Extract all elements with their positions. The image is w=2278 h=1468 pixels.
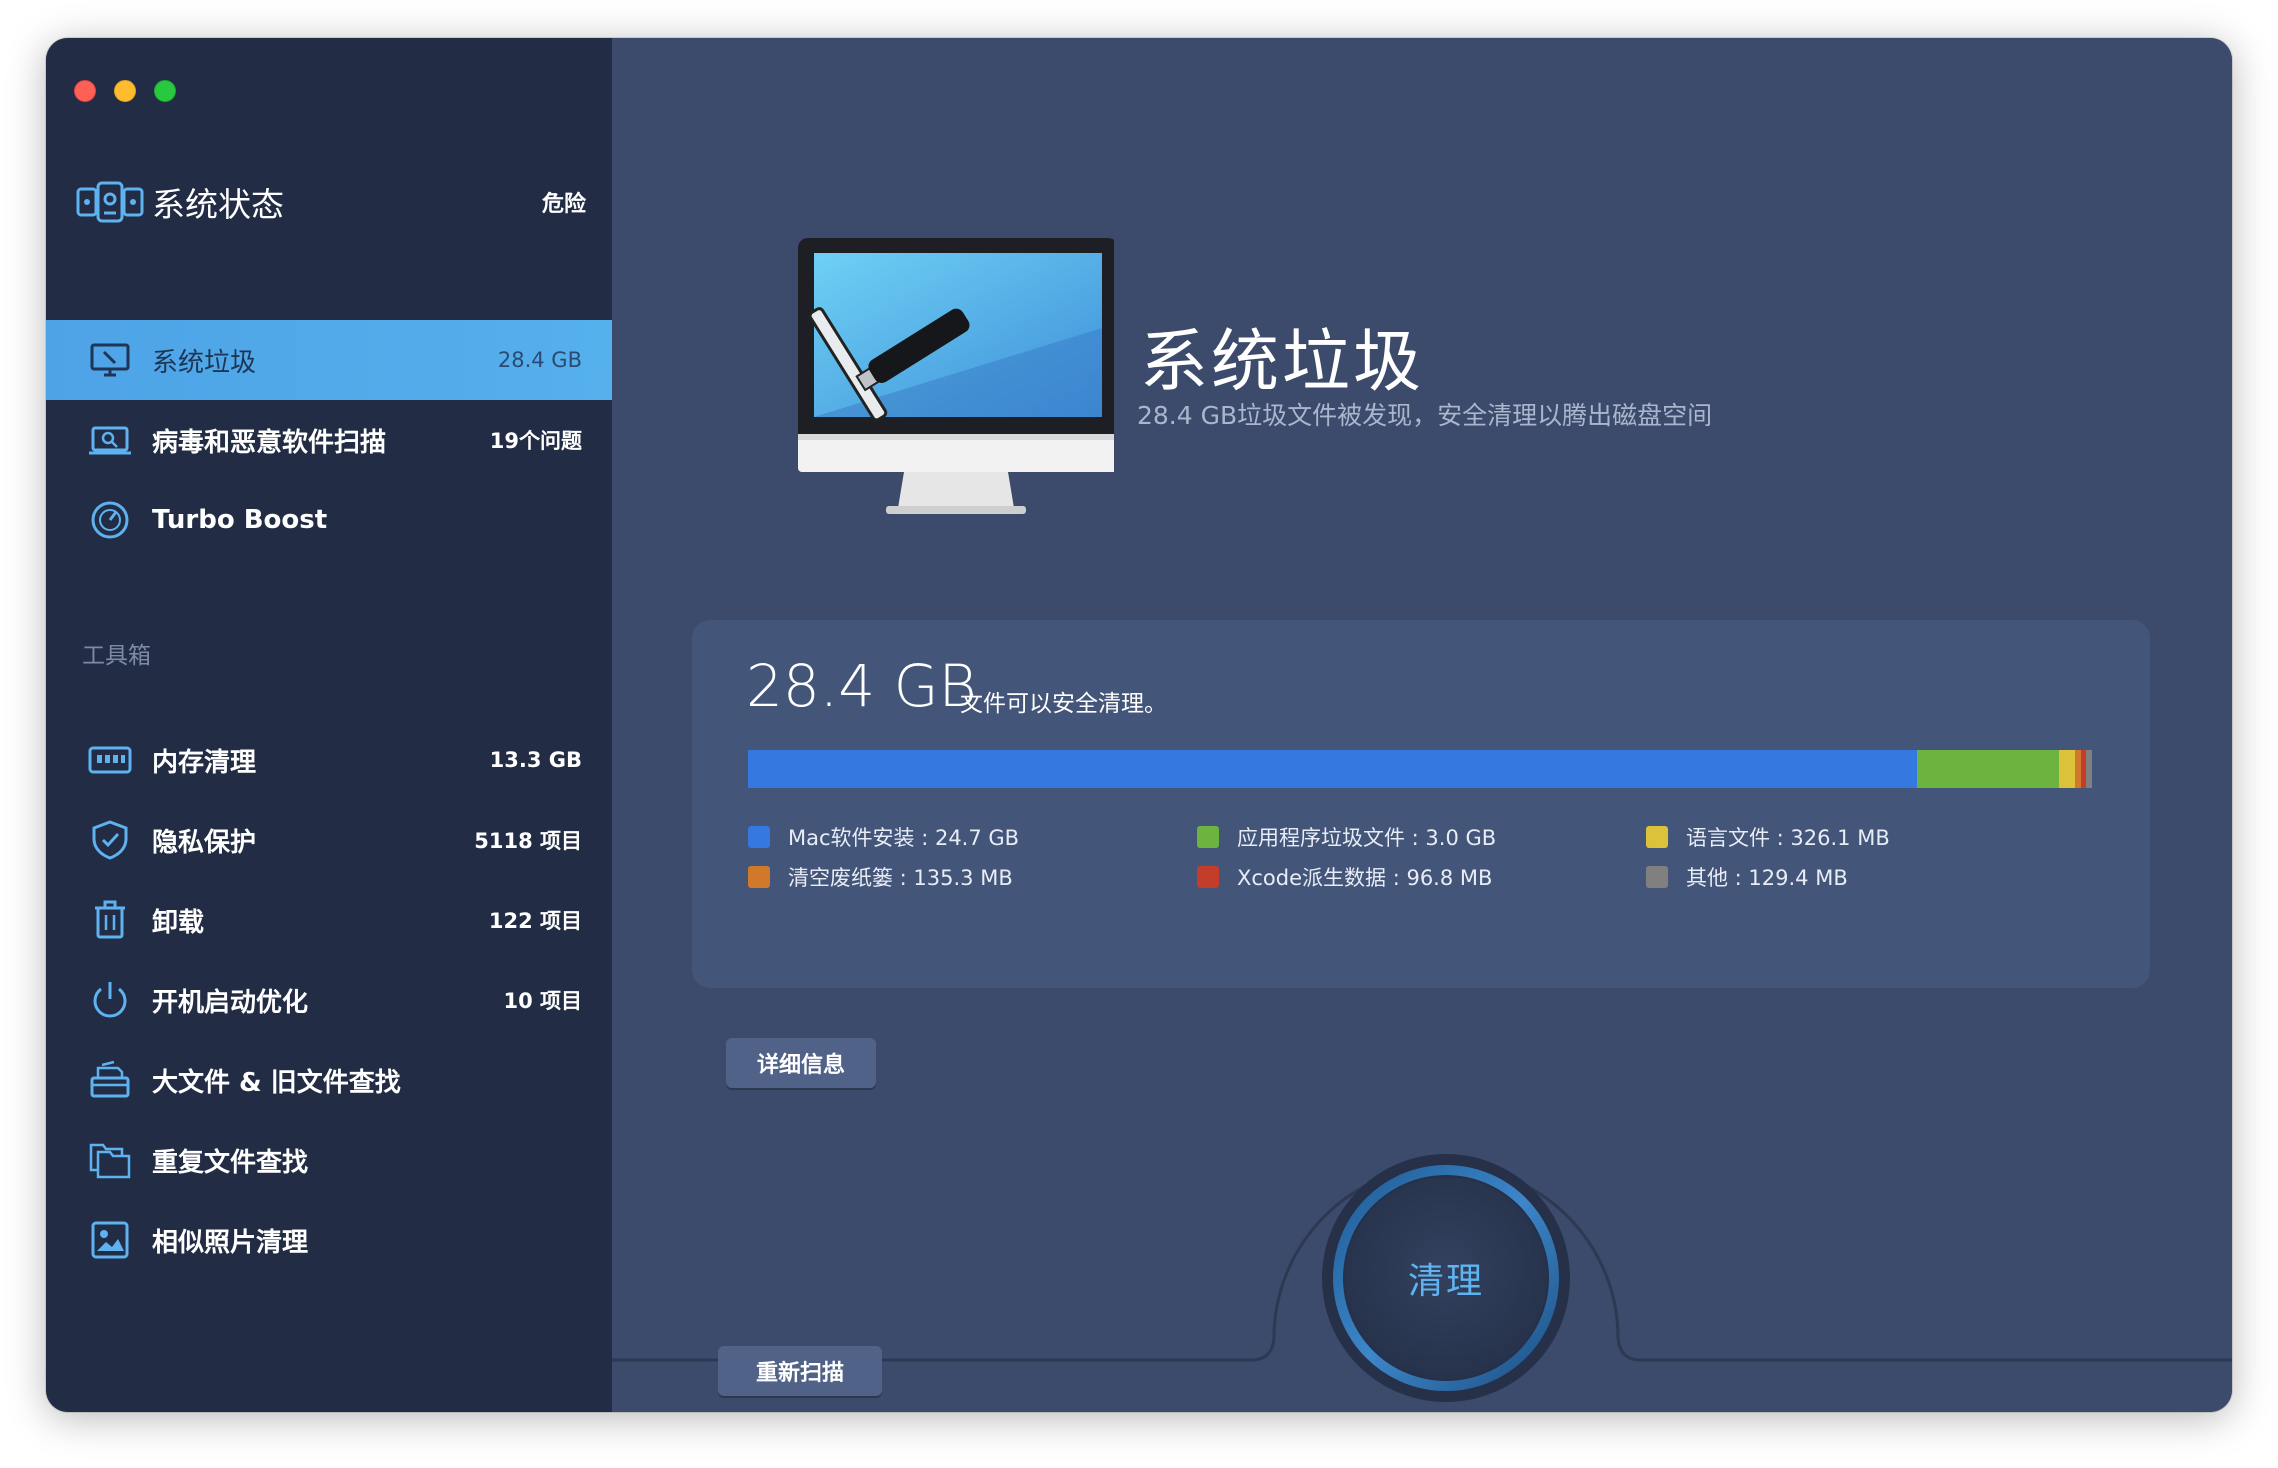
junk-summary-card: 28.4 GB 文件可以安全清理。 Mac软件安装 : 24.7 GB 应用程序… <box>692 620 2150 988</box>
sidebar-item-turbo-boost[interactable]: Turbo Boost <box>46 480 612 560</box>
scan-icon <box>88 418 132 462</box>
rescan-button[interactable]: 重新扫描 <box>718 1346 882 1396</box>
legend-label: 应用程序垃圾文件 : 3.0 GB <box>1237 826 1497 850</box>
sidebar-item-label: 卸载 <box>152 907 205 938</box>
monitor-icon <box>88 338 132 382</box>
sidebar-item-value: 10 项目 <box>503 989 582 1013</box>
folders-icon <box>88 1138 132 1182</box>
clean-button-label: 清理 <box>1407 1261 1484 1302</box>
system-status-row[interactable]: 系统状态 危险 <box>76 170 586 234</box>
sidebar-item-label: Turbo Boost <box>152 505 328 535</box>
sidebar-item-label: 系统垃圾 <box>152 347 257 378</box>
legend-label: 其他 : 129.4 MB <box>1686 866 1848 890</box>
toolbox-section-label: 工具箱 <box>82 643 151 669</box>
segment-other <box>2085 750 2092 788</box>
app-window: 系统状态 危险 系统垃圾 28.4 GB 病毒和恶意软件扫描 19个问题 Tur… <box>46 38 2232 1412</box>
sidebar-item-startup-optimize[interactable]: 开机启动优化 10 项目 <box>46 960 612 1040</box>
speedometer-icon <box>88 498 132 542</box>
sidebar-item-value: 28.4 GB <box>497 348 582 372</box>
segment-mac-installers <box>748 750 1918 788</box>
legend-item-language-files: 语言文件 : 326.1 MB <box>1646 826 2092 850</box>
page-title: 系统垃圾 <box>1140 323 1425 402</box>
system-status-badge: 危险 <box>541 192 586 217</box>
segment-app-junk <box>1917 750 2060 788</box>
legend-swatch <box>1646 826 1668 848</box>
clean-button[interactable]: 清理 <box>1318 1150 1574 1406</box>
photo-icon <box>88 1218 132 1262</box>
system-status-icon <box>76 181 144 223</box>
legend-label: Xcode派生数据 : 96.8 MB <box>1237 866 1493 890</box>
legend-item-empty-trash: 清空废纸篓 : 135.3 MB <box>748 866 1197 890</box>
junk-legend: Mac软件安装 : 24.7 GB 应用程序垃圾文件 : 3.0 GB 语言文件… <box>748 826 2092 890</box>
details-button[interactable]: 详细信息 <box>726 1038 876 1088</box>
sidebar-item-privacy[interactable]: 隐私保护 5118 项目 <box>46 800 612 880</box>
window-controls <box>74 80 176 102</box>
sidebar-item-memory-clean[interactable]: 内存清理 13.3 GB <box>46 720 612 800</box>
sidebar-item-malware-scan[interactable]: 病毒和恶意软件扫描 19个问题 <box>46 400 612 480</box>
sidebar-item-similar-photos[interactable]: 相似照片清理 <box>46 1200 612 1280</box>
power-icon <box>88 978 132 1022</box>
system-status-title: 系统状态 <box>152 185 284 224</box>
sidebar-item-duplicate-finder[interactable]: 重复文件查找 <box>46 1120 612 1200</box>
legend-label: Mac软件安装 : 24.7 GB <box>788 826 1020 850</box>
sidebar-item-system-junk[interactable]: 系统垃圾 28.4 GB <box>46 320 612 400</box>
trash-icon <box>88 898 132 942</box>
sidebar: 系统状态 危险 系统垃圾 28.4 GB 病毒和恶意软件扫描 19个问题 Tur… <box>46 38 612 1412</box>
sidebar-item-value: 19个问题 <box>489 429 582 453</box>
close-window-button[interactable] <box>74 80 96 102</box>
legend-label: 语言文件 : 326.1 MB <box>1686 826 1890 850</box>
junk-total-label: 文件可以安全清理。 <box>960 691 1167 717</box>
page-subtitle: 28.4 GB垃圾文件被发现，安全清理以腾出磁盘空间 <box>1137 401 1713 430</box>
legend-item-xcode-derived: Xcode派生数据 : 96.8 MB <box>1197 866 1646 890</box>
sidebar-item-label: 内存清理 <box>152 747 257 778</box>
legend-item-mac-installers: Mac软件安装 : 24.7 GB <box>748 826 1197 850</box>
legend-item-app-junk: 应用程序垃圾文件 : 3.0 GB <box>1197 826 1646 850</box>
zoom-window-button[interactable] <box>154 80 176 102</box>
main-panel: 系统垃圾 28.4 GB垃圾文件被发现，安全清理以腾出磁盘空间 28.4 GB … <box>612 38 2232 1412</box>
sidebar-item-value: 122 项目 <box>488 909 582 933</box>
memory-icon <box>88 738 132 782</box>
legend-swatch <box>1197 826 1219 848</box>
junk-breakdown-bar <box>748 750 2092 788</box>
shield-icon <box>88 818 132 862</box>
file-box-icon <box>88 1058 132 1102</box>
sidebar-item-label: 重复文件查找 <box>152 1147 309 1178</box>
legend-swatch <box>1197 866 1219 888</box>
junk-total-size: 28.4 GB <box>746 652 977 720</box>
sidebar-item-value: 5118 项目 <box>474 829 582 853</box>
legend-swatch <box>1646 866 1668 888</box>
segment-language-files <box>2059 750 2075 788</box>
legend-item-other: 其他 : 129.4 MB <box>1646 866 2092 890</box>
sidebar-item-large-old-files[interactable]: 大文件 & 旧文件查找 <box>46 1040 612 1120</box>
sidebar-item-value: 13.3 GB <box>489 748 582 772</box>
sidebar-item-label: 大文件 & 旧文件查找 <box>152 1067 401 1098</box>
sidebar-item-label: 开机启动优化 <box>152 987 309 1018</box>
imac-cleaning-illustration <box>798 238 1114 514</box>
sidebar-item-label: 隐私保护 <box>152 827 257 858</box>
legend-swatch <box>748 866 770 888</box>
sidebar-item-uninstall[interactable]: 卸载 122 项目 <box>46 880 612 960</box>
sidebar-item-label: 相似照片清理 <box>152 1227 309 1258</box>
sidebar-item-label: 病毒和恶意软件扫描 <box>152 427 387 458</box>
legend-label: 清空废纸篓 : 135.3 MB <box>788 866 1013 890</box>
legend-swatch <box>748 826 770 848</box>
minimize-window-button[interactable] <box>114 80 136 102</box>
